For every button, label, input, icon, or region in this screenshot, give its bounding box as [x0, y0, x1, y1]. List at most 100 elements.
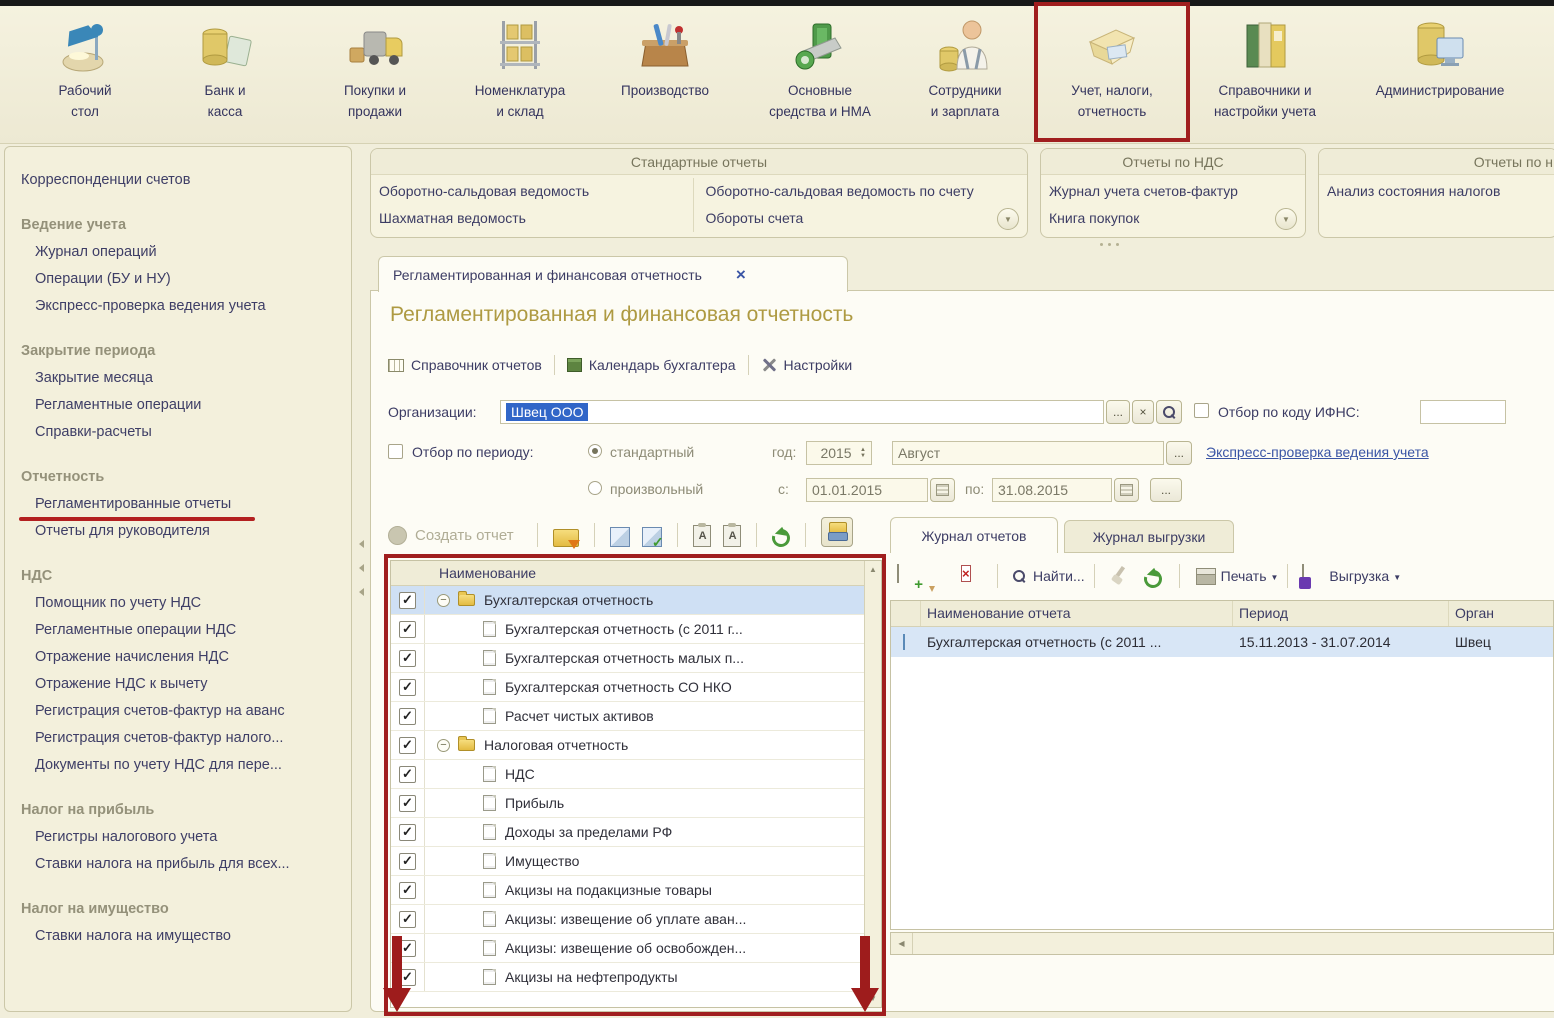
- sidebar-item[interactable]: Корреспонденции счетов: [5, 167, 351, 194]
- sidebar-item[interactable]: Регламентные операции НДС: [5, 617, 351, 644]
- tab-export-journal[interactable]: Журнал выгрузки: [1064, 520, 1234, 553]
- panel-resize-dots[interactable]: [1100, 243, 1119, 246]
- check-unload-icon[interactable]: [723, 525, 741, 547]
- express-check-link[interactable]: Экспресс-проверка ведения учета: [1206, 444, 1429, 460]
- year-input[interactable]: 2015 ▲▼: [806, 441, 872, 465]
- delete-icon[interactable]: ×: [961, 565, 983, 587]
- sidebar-item[interactable]: Налог на имущество: [5, 896, 351, 923]
- print-button[interactable]: Печать: [1221, 568, 1267, 584]
- checked-checkbox[interactable]: ✓: [399, 911, 416, 928]
- sidebar-item[interactable]: Отчетность: [5, 464, 351, 491]
- sidebar-item[interactable]: Помощник по учету НДС: [5, 590, 351, 617]
- sidebar-item[interactable]: Налог на прибыль: [5, 797, 351, 824]
- find-button[interactable]: Найти...: [1033, 568, 1085, 584]
- section-employees-payroll[interactable]: Сотрудники и зарплата: [900, 6, 1030, 143]
- spinner-icon[interactable]: ▲▼: [860, 447, 866, 459]
- tree-row[interactable]: ✓ − Расчет чистых активов: [391, 702, 881, 731]
- scroll-left-icon[interactable]: ◀: [891, 933, 913, 954]
- sidebar-splitter[interactable]: [355, 540, 367, 616]
- sidebar-item[interactable]: Регламентированные отчеты: [5, 491, 351, 518]
- checked-checkbox[interactable]: ✓: [399, 795, 416, 812]
- checked-checkbox[interactable]: ✓: [399, 708, 416, 725]
- sidebar-item[interactable]: Экспресс-проверка ведения учета: [5, 293, 351, 320]
- checked-checkbox[interactable]: ✓: [399, 882, 416, 899]
- checked-checkbox[interactable]: ✓: [399, 940, 416, 957]
- section-fixed-assets[interactable]: Основные средства и НМА: [740, 6, 900, 143]
- month-input[interactable]: Август: [892, 441, 1164, 465]
- tree-row[interactable]: ✓ − Имущество: [391, 847, 881, 876]
- close-icon[interactable]: ×: [736, 267, 746, 283]
- copy-icon[interactable]: [610, 527, 630, 547]
- tree-row[interactable]: ✓ − Акцизы на нефтепродукты: [391, 963, 881, 992]
- refresh-icon[interactable]: [768, 526, 793, 551]
- column-header[interactable]: Орган: [1449, 601, 1553, 626]
- print-icon[interactable]: [1194, 565, 1216, 587]
- section-directories-settings[interactable]: Справочники и настройки учета: [1194, 6, 1336, 143]
- scroll-down-icon[interactable]: ▼: [869, 994, 877, 1003]
- date-to-calendar-button[interactable]: [1114, 478, 1139, 502]
- edit-icon[interactable]: [929, 565, 951, 587]
- journal-horizontal-scrollbar[interactable]: ◀: [890, 932, 1554, 955]
- tree-scrollbar[interactable]: ▲ ▼: [864, 561, 881, 1007]
- create-report-button[interactable]: Создать отчет: [415, 527, 514, 544]
- export-button[interactable]: Выгрузка: [1329, 568, 1389, 584]
- report-link[interactable]: Анализ состояния налогов: [1327, 178, 1549, 205]
- accountant-calendar-button[interactable]: Календарь бухгалтера: [567, 357, 736, 373]
- chevron-down-icon[interactable]: ▼: [1275, 208, 1297, 230]
- organization-search-button[interactable]: [1156, 400, 1182, 424]
- section-production[interactable]: Производство: [590, 6, 740, 143]
- paste-icon[interactable]: [642, 527, 662, 547]
- report-link[interactable]: Обороты счета: [706, 205, 1020, 232]
- tab-regulated-reporting[interactable]: Регламентированная и финансовая отчетнос…: [378, 256, 848, 292]
- report-link[interactable]: Журнал учета счетов-фактур: [1049, 178, 1297, 205]
- date-from-calendar-button[interactable]: [930, 478, 955, 502]
- date-to-input[interactable]: 31.08.2015: [992, 478, 1112, 502]
- date-from-input[interactable]: 01.01.2015: [806, 478, 928, 502]
- report-link[interactable]: Оборотно-сальдовая ведомость по счету: [706, 178, 1020, 205]
- sidebar-item[interactable]: Операции (БУ и НУ): [5, 266, 351, 293]
- report-link[interactable]: Оборотно-сальдовая ведомость: [379, 178, 693, 205]
- sidebar-item[interactable]: Отчеты для руководителя: [5, 518, 351, 545]
- custom-period-radio[interactable]: [588, 481, 602, 495]
- clear-filter-icon[interactable]: [1109, 565, 1131, 587]
- sidebar-item[interactable]: НДС: [5, 563, 351, 590]
- tree-row[interactable]: ✓ − Акцизы: извещение об уплате аван...: [391, 905, 881, 934]
- sidebar-item[interactable]: Журнал операций: [5, 239, 351, 266]
- list-settings-toggle-icon[interactable]: [821, 517, 853, 547]
- section-desktop[interactable]: Рабочий стол: [20, 6, 150, 143]
- organization-more-button[interactable]: ...: [1106, 400, 1130, 424]
- report-link[interactable]: Книга покупок: [1049, 205, 1297, 232]
- organization-input[interactable]: Швец ООО: [500, 400, 1104, 424]
- section-bank-cash[interactable]: Банк и касса: [150, 6, 300, 143]
- add-report-icon[interactable]: [897, 565, 919, 587]
- checked-checkbox[interactable]: ✓: [399, 737, 416, 754]
- sidebar-item[interactable]: Закрытие периода: [5, 338, 351, 365]
- sidebar-item[interactable]: Ведение учета: [5, 212, 351, 239]
- checked-checkbox[interactable]: ✓: [399, 592, 416, 609]
- sidebar-item[interactable]: Регистрация счетов-фактур налого...: [5, 725, 351, 752]
- period-filter-checkbox[interactable]: [388, 444, 403, 459]
- checked-checkbox[interactable]: ✓: [399, 679, 416, 696]
- sidebar-item[interactable]: Справки-расчеты: [5, 419, 351, 446]
- tree-row[interactable]: ✓ − Бухгалтерская отчетность малых п...: [391, 644, 881, 673]
- find-icon[interactable]: [1012, 565, 1028, 587]
- scroll-up-icon[interactable]: ▲: [869, 565, 877, 574]
- export-icon[interactable]: [1302, 565, 1324, 587]
- refresh-icon[interactable]: [1140, 567, 1165, 592]
- period-more-button[interactable]: ...: [1150, 478, 1182, 502]
- sidebar-item[interactable]: Ставки налога на имущество: [5, 923, 351, 950]
- ifns-code-input[interactable]: [1420, 400, 1506, 424]
- checked-checkbox[interactable]: ✓: [399, 853, 416, 870]
- journal-row[interactable]: Бухгалтерская отчетность (с 2011 ... 15.…: [891, 627, 1553, 657]
- tree-row[interactable]: ✓ − НДС: [391, 760, 881, 789]
- section-nomenclature-warehouse[interactable]: Номенклатура и склад: [450, 6, 590, 143]
- sidebar-item[interactable]: Регистрация счетов-фактур на аванс: [5, 698, 351, 725]
- checked-checkbox[interactable]: ✓: [399, 650, 416, 667]
- collapse-icon[interactable]: −: [437, 739, 450, 752]
- tree-row[interactable]: ✓ − Акцизы на подакцизные товары: [391, 876, 881, 905]
- section-administration[interactable]: Администрирование: [1336, 6, 1544, 143]
- checked-checkbox[interactable]: ✓: [399, 969, 416, 986]
- sidebar-item[interactable]: Документы по учету НДС для пере...: [5, 752, 351, 779]
- month-more-button[interactable]: ...: [1166, 441, 1192, 465]
- tab-report-journal[interactable]: Журнал отчетов: [890, 517, 1058, 553]
